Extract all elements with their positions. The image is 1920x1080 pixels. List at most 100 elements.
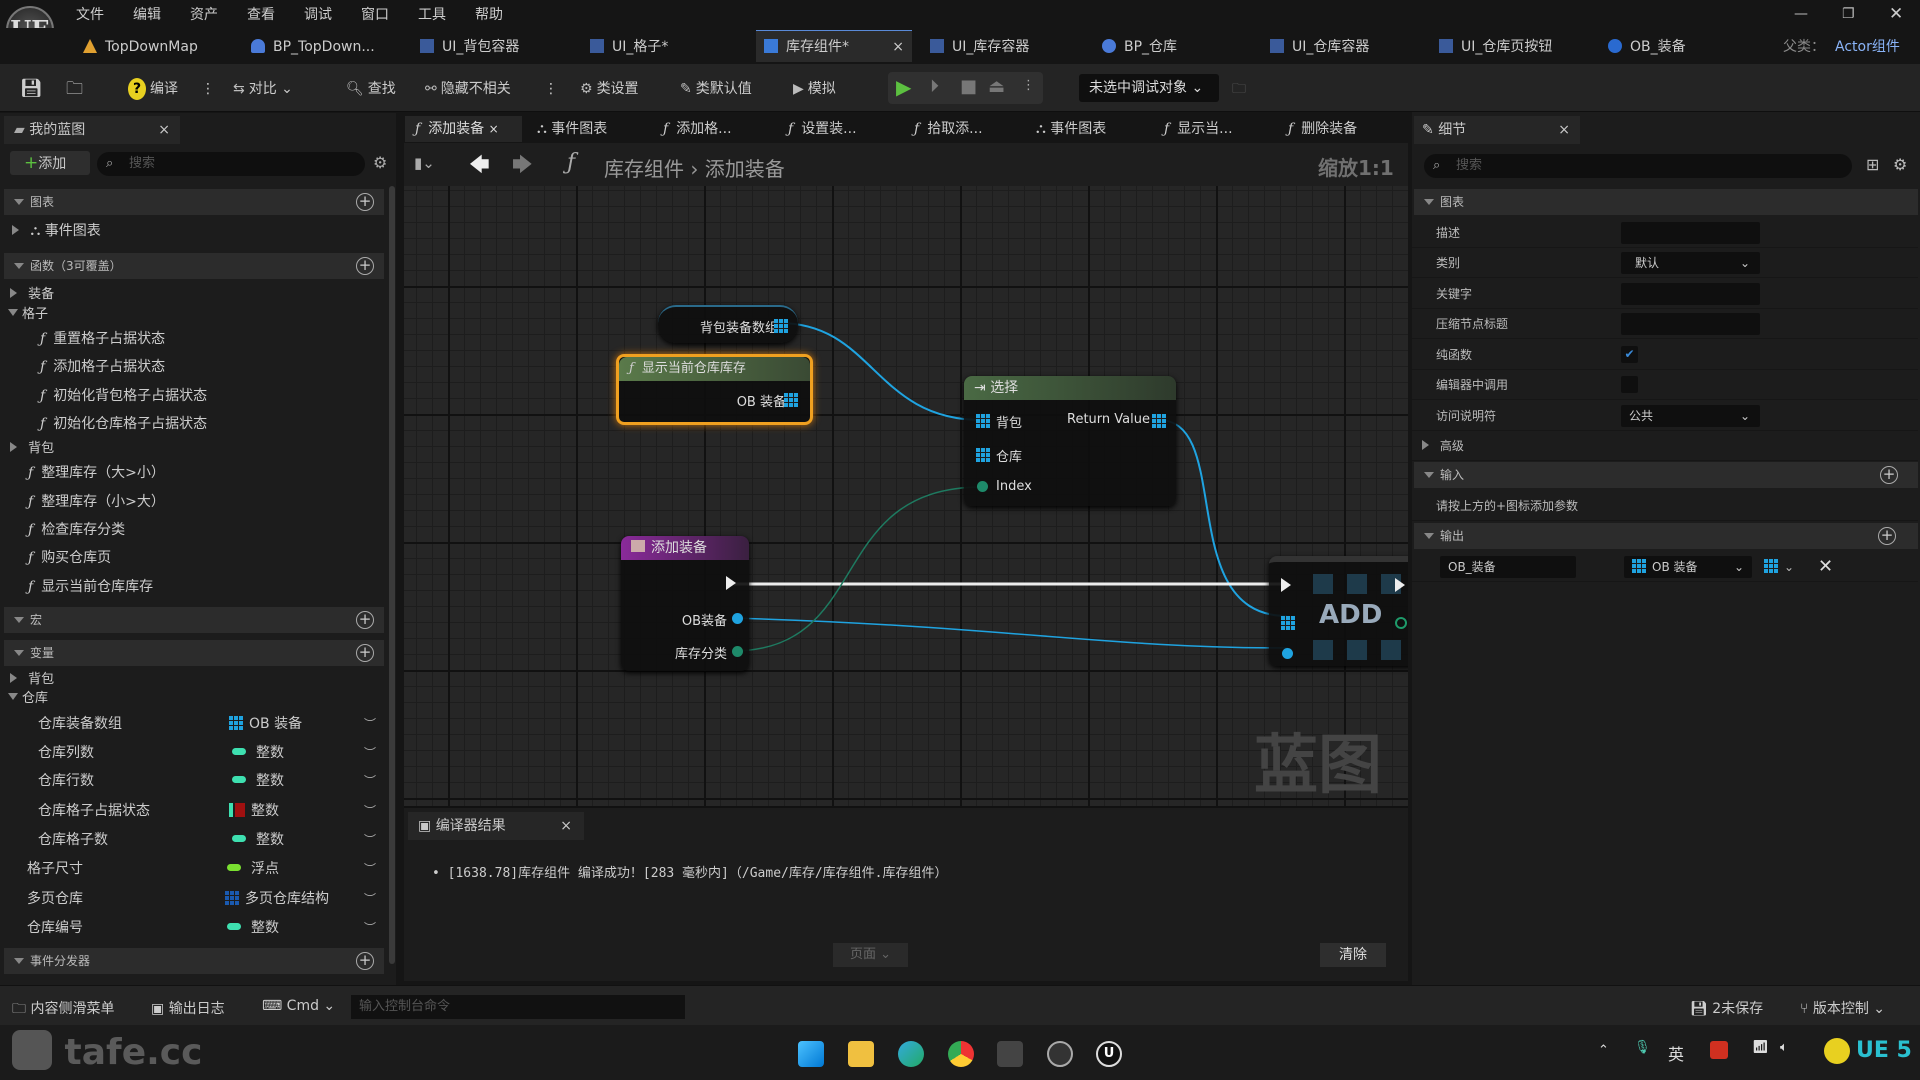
output-type-dropdown[interactable]: OB 装备 ⌄ (1624, 556, 1752, 578)
volume-icon[interactable]: 🔈︎ (1780, 1040, 1788, 1055)
compact-title-input[interactable] (1621, 313, 1760, 335)
breadcrumb-root[interactable]: 库存组件 (604, 157, 684, 181)
section-graphs[interactable]: 图表 + (4, 189, 384, 215)
stop-icon[interactable]: ■ (960, 76, 977, 97)
minimize-icon[interactable]: — (1794, 6, 1808, 22)
variable-type[interactable]: 整数 (229, 800, 279, 822)
class-defaults-button[interactable]: ✎ 类默认值 (680, 78, 752, 100)
add-graph-icon[interactable]: + (356, 193, 374, 211)
variable-item[interactable]: 格子尺寸 浮点 ︶ (27, 858, 388, 880)
variable-type[interactable]: 多页仓库结构 (225, 888, 329, 910)
details-tab[interactable]: ✎ 细节 × (1414, 116, 1580, 144)
visibility-eye-icon[interactable]: ︶ (364, 770, 376, 792)
function-item[interactable]: ƒ 购买仓库页 (28, 547, 111, 569)
unsaved-button[interactable]: 💾︎ 2未保存 (1690, 998, 1763, 1018)
array-pin-icon[interactable] (976, 414, 990, 428)
store-icon[interactable] (997, 1041, 1023, 1067)
back-arrow-icon[interactable]: 🡄 (469, 150, 490, 184)
array-pin-icon[interactable] (976, 448, 990, 462)
content-drawer-button[interactable]: 🗀︎ 内容侧滑菜单 (12, 998, 114, 1022)
close-tab-icon[interactable]: × (560, 812, 572, 840)
function-item[interactable]: ƒ 整理库存（大>小） (28, 462, 165, 484)
variable-item[interactable]: 仓库行数 整数 ︶ (38, 770, 388, 792)
menu-window[interactable]: 窗口 (361, 4, 389, 24)
function-item[interactable]: ƒ 初始化背包格子占据状态 (40, 385, 207, 407)
function-item[interactable]: ƒ 检查库存分类 (28, 519, 125, 541)
variable-item[interactable]: 仓库列数 整数 ︶ (38, 742, 388, 764)
class-settings-button[interactable]: ⚙ 类设置 (580, 78, 639, 100)
ime-indicator[interactable]: 英 (1668, 1041, 1684, 1065)
add-variable-icon[interactable]: + (356, 644, 374, 662)
menu-tools[interactable]: 工具 (418, 4, 446, 24)
function-group-grid[interactable]: 格子 (8, 304, 48, 326)
doc-tab-add-grid[interactable]: ƒ 添加格... (663, 118, 732, 140)
hide-unrelated-button[interactable]: ⚯ 隐藏不相关 (425, 78, 511, 100)
compile-button[interactable]: ? 编译 (128, 78, 178, 100)
variable-item[interactable]: 仓库格子占据状态 整数 ︶ (38, 800, 388, 822)
graph-item-event-graph[interactable]: ⛬ 事件图表 (12, 220, 101, 242)
remove-output-icon[interactable]: ✕ (1818, 552, 1833, 582)
category-dropdown[interactable]: 默认 ⌄ (1621, 252, 1760, 274)
section-event-dispatchers[interactable]: 事件分发器 + (4, 948, 384, 974)
variable-node-backpack-array[interactable]: 背包装备数组 (658, 305, 798, 343)
source-control-button[interactable]: ⑂ 版本控制 ⌄ (1800, 998, 1885, 1018)
details-section-inputs[interactable]: 输入 + (1414, 462, 1918, 488)
close-tab-icon[interactable]: × (892, 31, 904, 63)
restore-icon[interactable]: ❐ (1842, 6, 1855, 22)
add-input-icon[interactable]: + (1880, 466, 1898, 484)
menu-debug[interactable]: 调试 (304, 4, 332, 24)
item-pin[interactable] (1282, 648, 1293, 659)
add-button[interactable]: +添加 (10, 151, 90, 175)
array-pin-icon[interactable] (784, 393, 798, 407)
visibility-eye-icon[interactable]: ︶ (364, 888, 376, 910)
tray-expand-icon[interactable]: ⌃ (1598, 1043, 1609, 1058)
object-pin[interactable] (732, 613, 743, 624)
variable-item[interactable]: 仓库格子数 整数 ︶ (38, 829, 388, 851)
menu-view[interactable]: 查看 (247, 4, 275, 24)
details-search-input[interactable]: ⌕ 搜索 (1424, 154, 1852, 178)
byte-pin[interactable] (732, 646, 743, 657)
doc-tab-event-graph[interactable]: ⛬ 事件图表 (537, 118, 607, 140)
menu-file[interactable]: 文件 (76, 4, 104, 24)
menu-asset[interactable]: 资产 (190, 4, 218, 24)
function-group-backpack[interactable]: 背包 (10, 438, 54, 460)
doc-tab-show-current[interactable]: ƒ 显示当... (1164, 118, 1233, 140)
output-name-input[interactable]: OB_装备 (1440, 556, 1576, 578)
menu-edit[interactable]: 编辑 (133, 4, 161, 24)
play-icon[interactable]: ▶ (896, 75, 911, 99)
variable-type[interactable]: 浮点 (227, 858, 279, 880)
variable-type[interactable]: 整数 (232, 742, 284, 764)
file-explorer-icon[interactable] (848, 1041, 874, 1067)
blueprint-search-input[interactable]: ⌕ 搜索 (97, 152, 365, 176)
browse-icon[interactable]: 🗀︎ (66, 78, 83, 100)
play-options-icon[interactable]: ⋮ (1022, 78, 1035, 93)
add-dispatcher-icon[interactable]: + (356, 952, 374, 970)
tab-bp-warehouse[interactable]: BP_仓库 (1102, 36, 1177, 58)
forward-arrow-icon[interactable]: 🡆 (512, 150, 533, 184)
select-node[interactable]: ⇥ 选择 背包 仓库 Index Return Value (964, 376, 1176, 506)
doc-tab-pickup-add[interactable]: ƒ 拾取添... (914, 118, 983, 140)
close-tab-icon[interactable]: × (1558, 116, 1570, 144)
doc-tab-set-equipment[interactable]: ƒ 设置装... (788, 118, 857, 140)
function-entry-node[interactable]: 添加装备 OB装备 库存分类 (621, 536, 749, 671)
bookmark-icon[interactable]: ▮⌄ (414, 154, 435, 172)
my-blueprint-tab[interactable]: ▰ 我的蓝图 × (4, 116, 180, 144)
array-pin-icon[interactable] (1281, 616, 1295, 630)
tab-ui-inventory-container[interactable]: UI_库存容器 (930, 36, 1029, 58)
index-out-pin[interactable] (1395, 617, 1407, 629)
variable-type[interactable]: 整数 (232, 829, 284, 851)
table-view-icon[interactable]: ⊞ (1866, 155, 1879, 174)
function-item[interactable]: ƒ 添加格子占据状态 (40, 356, 165, 378)
clear-button[interactable]: 清除 (1320, 943, 1386, 967)
exec-out-pin[interactable] (1395, 578, 1408, 592)
visibility-eye-icon[interactable]: ︶ (364, 713, 376, 735)
tab-ui-warehouse-container[interactable]: UI_仓库容器 (1270, 36, 1369, 58)
simulate-button[interactable]: ▶ 模拟 (793, 78, 836, 100)
visibility-eye-icon[interactable]: ︶ (364, 829, 376, 851)
tab-ui-warehouse-page-button[interactable]: UI_仓库页按钮 (1439, 36, 1552, 58)
sogou-icon[interactable] (1710, 1041, 1728, 1059)
variable-type[interactable]: OB 装备 (229, 713, 302, 735)
tab-topdownmap[interactable]: TopDownMap (83, 36, 198, 58)
wifi-icon[interactable]: 📶︎ (1752, 1040, 1769, 1055)
container-type-dropdown[interactable]: ⌄ (1764, 552, 1794, 582)
